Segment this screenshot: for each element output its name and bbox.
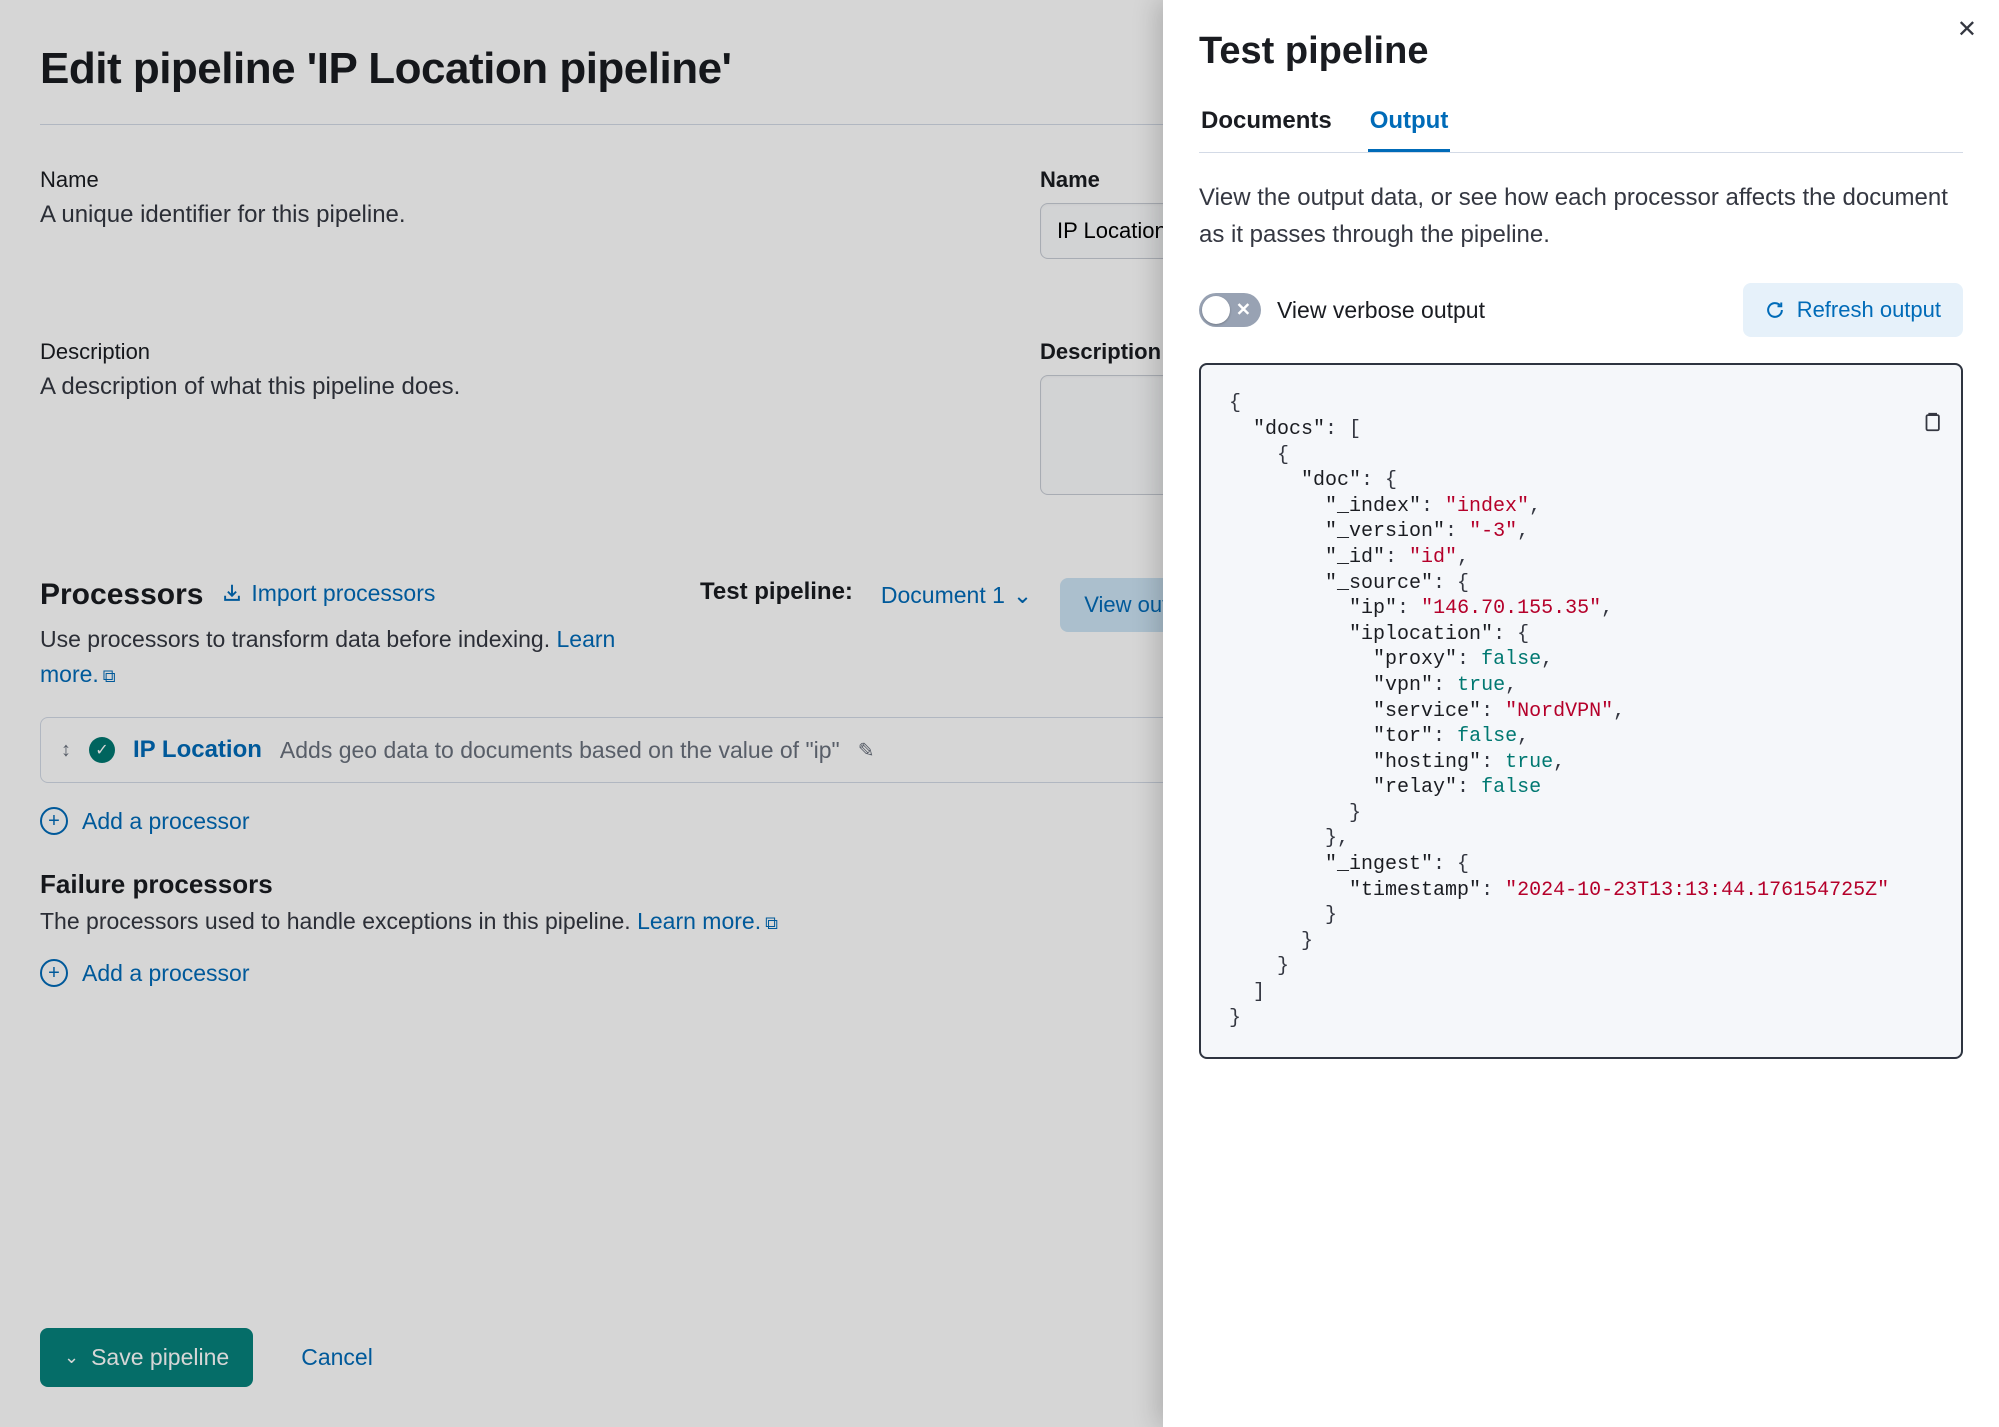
- toggle-knob: [1202, 296, 1230, 324]
- output-controls: ✕ View verbose output Refresh output: [1199, 283, 1963, 337]
- clipboard-icon: [1921, 411, 1943, 433]
- test-pipeline-flyout: ✕ Test pipeline Documents Output View th…: [1163, 0, 1999, 1427]
- flyout-title: Test pipeline: [1199, 30, 1963, 73]
- tab-documents[interactable]: Documents: [1199, 107, 1334, 152]
- toggle-off-icon: ✕: [1236, 300, 1251, 321]
- tab-output[interactable]: Output: [1368, 107, 1451, 152]
- refresh-output-button[interactable]: Refresh output: [1743, 283, 1963, 337]
- flyout-description: View the output data, or see how each pr…: [1199, 179, 1963, 253]
- flyout-tabs: Documents Output: [1199, 107, 1963, 153]
- close-button[interactable]: ✕: [1957, 18, 1977, 42]
- copy-code-button[interactable]: [1884, 381, 1943, 459]
- output-code-block: { "docs": [ { "doc": { "_index": "index"…: [1199, 363, 1963, 1059]
- refresh-icon: [1765, 300, 1785, 320]
- close-icon: ✕: [1957, 16, 1977, 43]
- verbose-output-label: View verbose output: [1277, 297, 1485, 324]
- verbose-output-toggle[interactable]: ✕: [1199, 293, 1261, 327]
